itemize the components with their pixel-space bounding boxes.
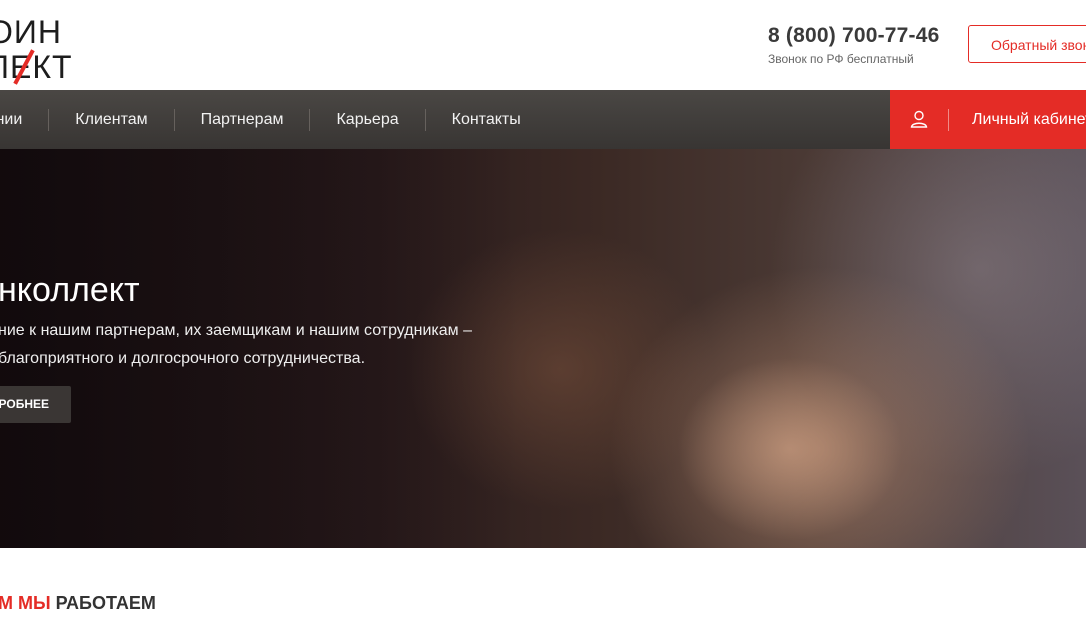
company-logo[interactable]: ОИН ЛЕКТ bbox=[0, 8, 98, 85]
cabinet-divider bbox=[948, 109, 949, 131]
nav-item-partners[interactable]: Партнерам bbox=[173, 108, 310, 131]
cabinet-label: Личный кабинет bbox=[972, 111, 1086, 128]
callback-button[interactable]: Обратный звонок bbox=[968, 25, 1086, 63]
personal-cabinet-button[interactable]: Личный кабинет bbox=[890, 90, 1086, 149]
more-button[interactable]: ДРОБНЕЕ bbox=[0, 386, 71, 423]
section-heading-rest: РАБОТАЕМ bbox=[50, 593, 156, 613]
hero-text: ние к нашим партнерам, их заемщикам и на… bbox=[0, 322, 472, 367]
user-icon bbox=[910, 110, 928, 128]
nav-item-clients[interactable]: Клиентам bbox=[48, 108, 173, 131]
nav-menu: пании Клиентам Партнерам Карьера Контакт… bbox=[0, 90, 547, 149]
nav-item-career[interactable]: Карьера bbox=[309, 108, 424, 131]
hero-title: нколлект bbox=[0, 271, 140, 309]
main-nav: пании Клиентам Партнерам Карьера Контакт… bbox=[0, 90, 1086, 149]
site-header: ОИН ЛЕКТ 8 (800) 700-77-46 Звонок по РФ … bbox=[0, 0, 1086, 90]
nav-item-contacts[interactable]: Контакты bbox=[424, 108, 547, 131]
phone-block: 8 (800) 700-77-46 Звонок по РФ бесплатны… bbox=[768, 24, 940, 66]
hero-banner: нколлект ние к нашим партнерам, их заемщ… bbox=[0, 149, 1086, 548]
section-heading-accent: М МЫ bbox=[0, 593, 51, 613]
logo-text-bottom: ЛЕКТ bbox=[0, 49, 73, 85]
nav-item-company[interactable]: пании bbox=[0, 109, 48, 131]
phone-number[interactable]: 8 (800) 700-77-46 bbox=[768, 24, 940, 48]
phone-note: Звонок по РФ бесплатный bbox=[768, 52, 914, 66]
section-heading: М МЫ РАБОТАЕМ bbox=[0, 593, 156, 614]
logo-text-top: ОИН bbox=[0, 14, 62, 50]
